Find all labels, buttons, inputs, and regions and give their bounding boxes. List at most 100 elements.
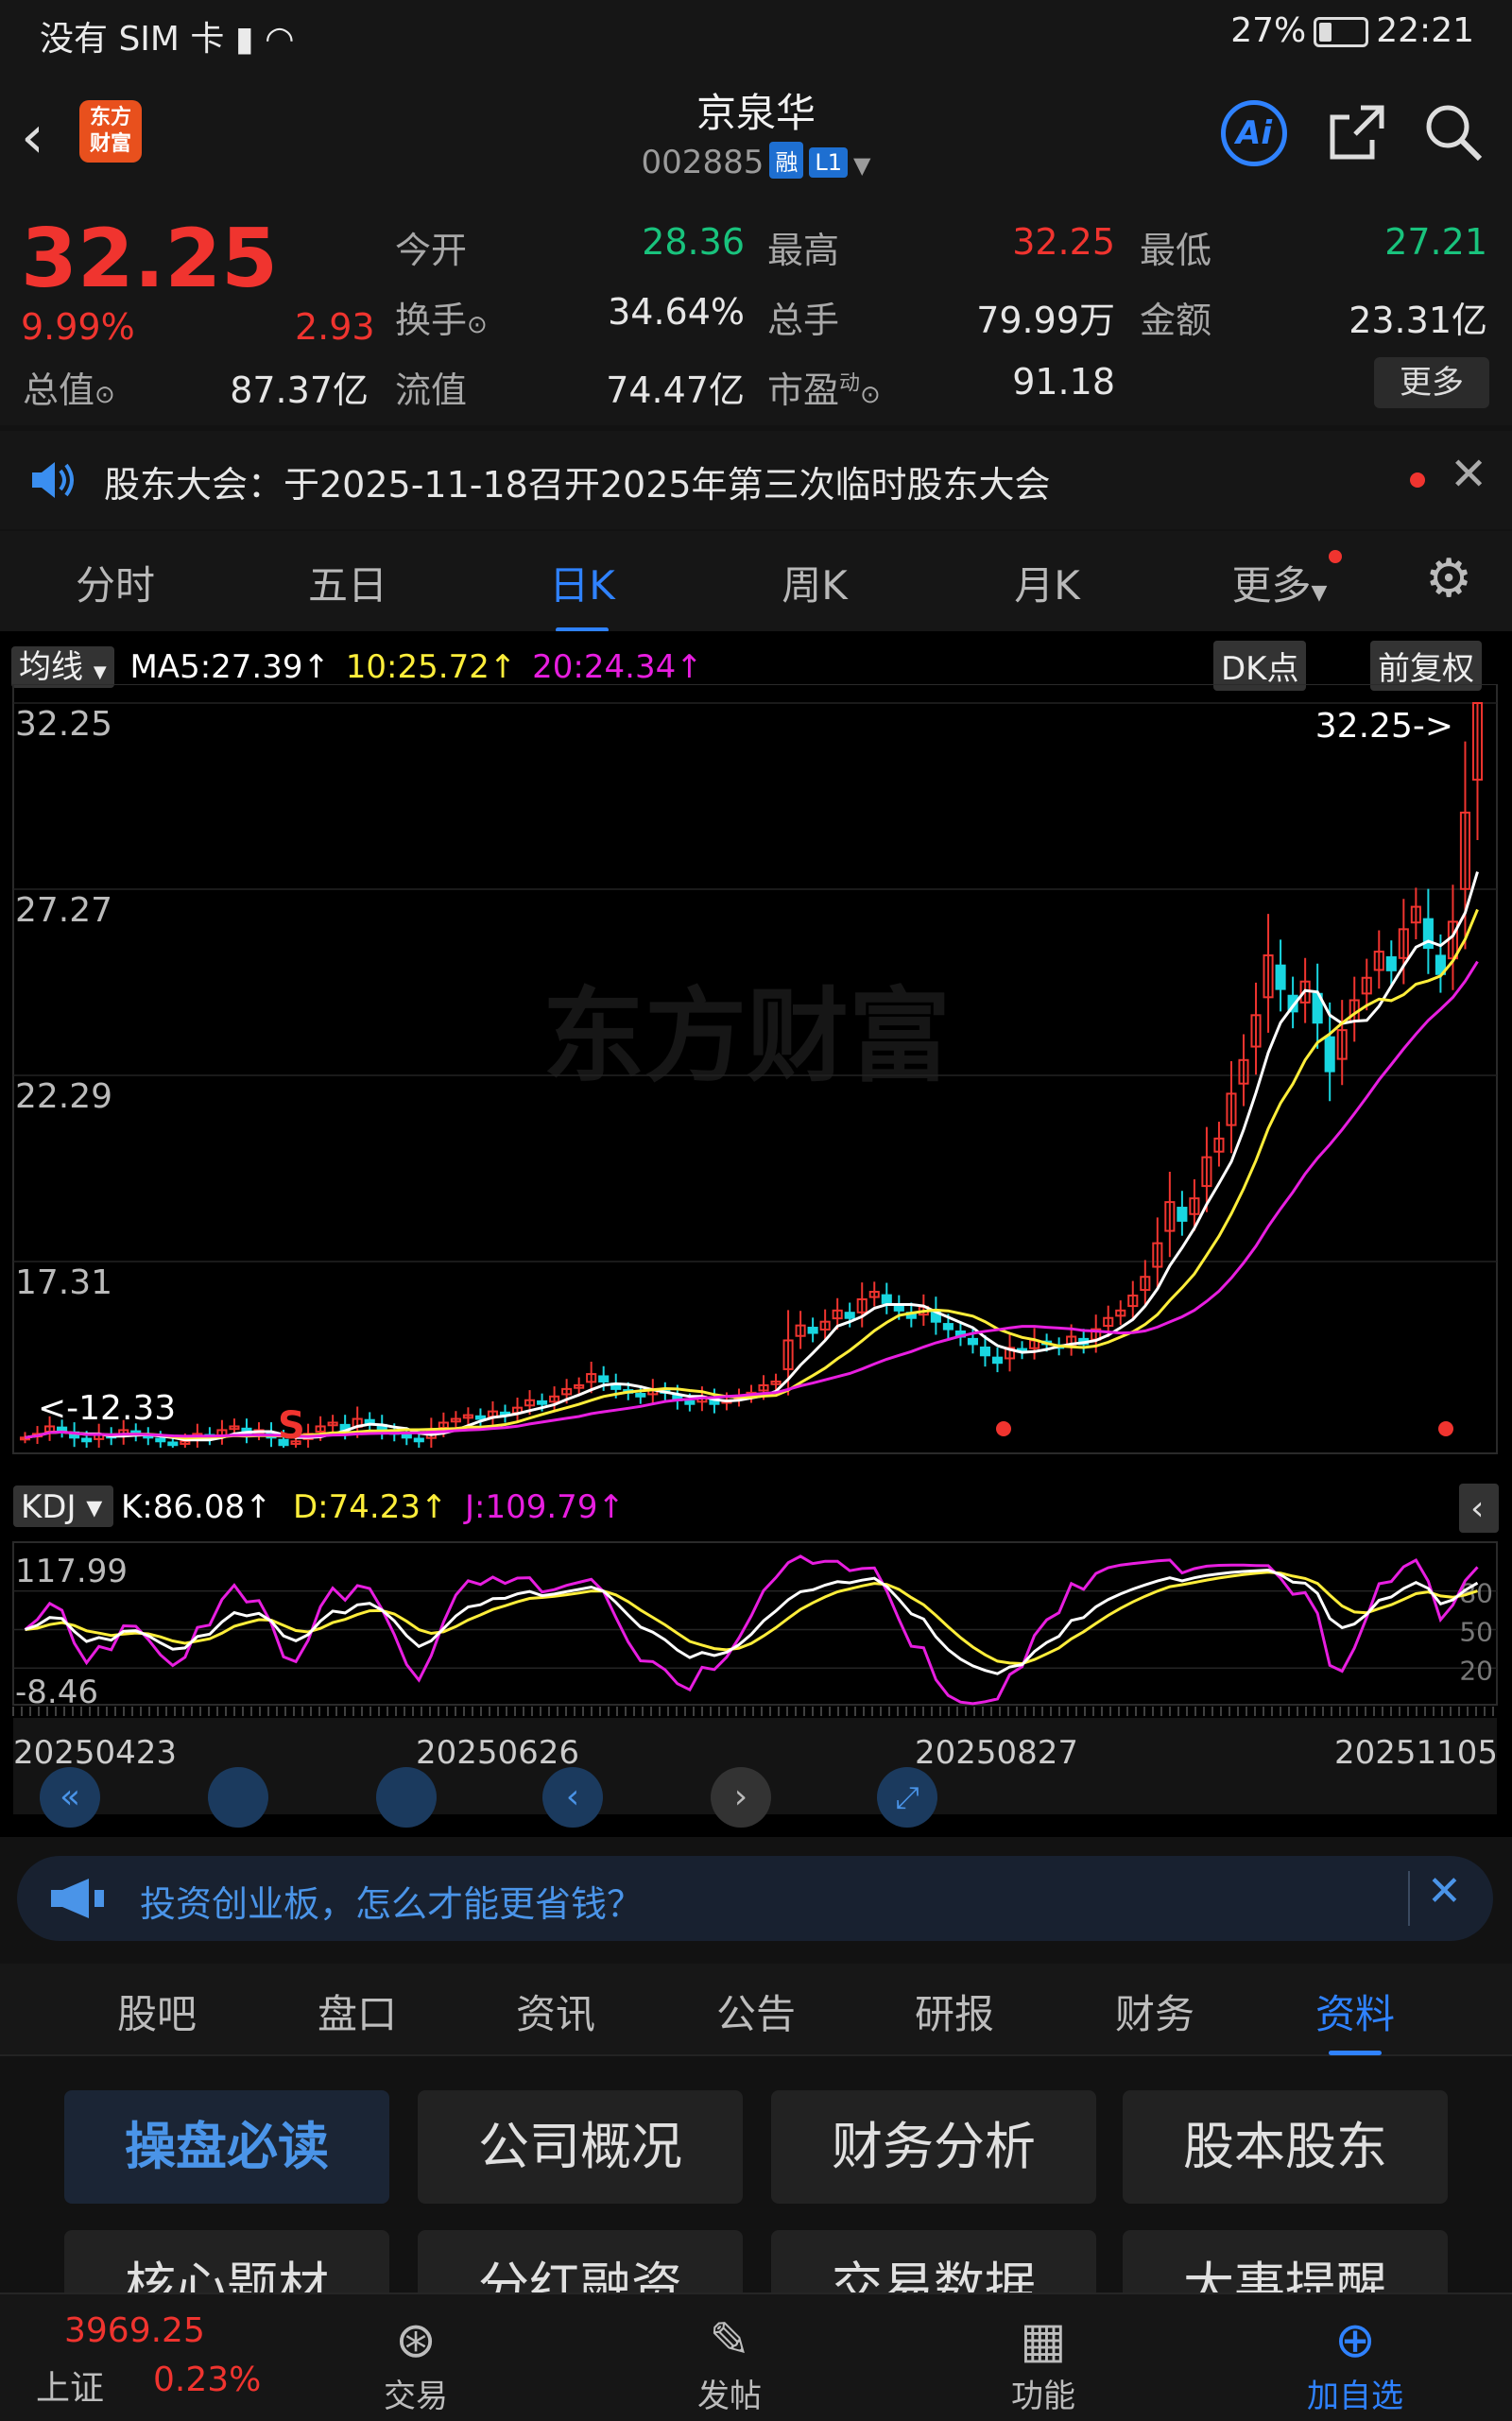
float-cap-label: 流值 xyxy=(395,369,468,411)
new-dot xyxy=(1329,550,1342,563)
tab-pankou[interactable]: 盘口 xyxy=(282,1983,433,2040)
date-tick-label: 20250423 xyxy=(13,1734,177,1772)
search-icon[interactable] xyxy=(1423,102,1484,163)
last-price-label: 32.25-> xyxy=(1315,707,1453,746)
major-events-button[interactable]: 大事提醒 xyxy=(1123,2230,1448,2292)
ma-selector[interactable]: 均线 ▼ xyxy=(11,646,114,688)
candle-body xyxy=(167,1441,179,1447)
low-label: 最低 xyxy=(1140,230,1212,271)
open-label: 今开 xyxy=(395,230,468,271)
share-icon[interactable] xyxy=(1327,102,1387,163)
pe-value: 91.18 xyxy=(1012,361,1115,403)
candle-body xyxy=(474,1415,487,1420)
candle-body xyxy=(81,1437,93,1443)
tab-monthly-k[interactable]: 月K xyxy=(953,554,1142,611)
trading-must-read-button[interactable]: 操盘必读 xyxy=(64,2090,389,2204)
company-overview-button[interactable]: 公司概况 xyxy=(418,2090,743,2204)
index-name: 上证 xyxy=(36,2369,105,2408)
apps-icon: ▦ xyxy=(1020,2312,1067,2369)
price-tick-label: 22.29 xyxy=(15,1077,112,1116)
ai-assistant-button[interactable]: Ai xyxy=(1221,100,1287,166)
promo-banner[interactable]: 投资创业板，怎么才能更省钱？ ✕ xyxy=(17,1856,1493,1941)
status-bar: 没有 SIM 卡 ▮ ◠ 27% 22:21 xyxy=(0,0,1512,68)
info-icon: ⊙ xyxy=(94,381,115,409)
date-tick-label: 20251105 xyxy=(1334,1734,1498,1772)
tab-news[interactable]: 资讯 xyxy=(480,1983,631,2040)
dividend-financing-button[interactable]: 分红融资 xyxy=(418,2230,743,2292)
candle-body xyxy=(967,1337,979,1346)
open-value: 28.36 xyxy=(642,221,745,263)
k-value: K:86.08↑ xyxy=(121,1488,272,1526)
k-line xyxy=(24,1568,1479,1675)
pe-label[interactable]: 市盈动⊙ xyxy=(767,361,881,413)
add-circle-icon: ⊕ xyxy=(1334,2312,1376,2369)
scroll-left-icon[interactable]: ‹ xyxy=(542,1767,603,1828)
amount-label: 金额 xyxy=(1140,300,1212,341)
candle-body xyxy=(635,1393,646,1398)
close-icon[interactable]: ✕ xyxy=(1450,448,1487,501)
candle-body xyxy=(364,1418,375,1424)
stock-code: 002885 xyxy=(641,144,765,181)
profile-shortcuts: 操盘必读 公司概况 财务分析 股本股东 核心题材 分红融资 交易数据 大事提醒 xyxy=(0,2056,1512,2292)
nav-trade[interactable]: ⊛ 交易 xyxy=(321,2311,510,2416)
candle-body xyxy=(844,1312,855,1319)
high-label: 最高 xyxy=(767,230,840,271)
zoom-in-icon[interactable] xyxy=(376,1767,437,1828)
core-themes-button[interactable]: 核心题材 xyxy=(64,2230,389,2292)
kdj-panel-border xyxy=(12,1541,1498,1706)
ma10-value: 10:25.72↑ xyxy=(345,648,517,686)
gear-icon[interactable]: ⚙ xyxy=(1425,548,1472,610)
zoom-out-icon[interactable] xyxy=(208,1767,268,1828)
close-icon[interactable]: ✕ xyxy=(1427,1867,1462,1915)
kline-svg: 东方财富 32.25 27.27 22.29 17.31 32.25-> <-12.33… xyxy=(12,684,1499,1814)
tab-research[interactable]: 研报 xyxy=(879,1983,1030,2040)
chevron-left-icon: ‹ xyxy=(1470,1489,1484,1528)
promo-text: 投资创业板，怎么才能更省钱？ xyxy=(140,1883,644,1925)
low-value: 27.21 xyxy=(1384,221,1487,263)
info-icon: ⊙ xyxy=(467,311,488,339)
tab-weekly-k[interactable]: 周K xyxy=(720,554,909,611)
notice-text: 股东大会：于2025-11-18召开2025年第三次临时股东大会 xyxy=(104,464,1051,506)
kdj-right-tick: 50 xyxy=(1459,1616,1493,1647)
more-quote-button[interactable]: 更多 xyxy=(1374,357,1489,408)
candle-body xyxy=(401,1434,412,1439)
fullscreen-icon[interactable]: ⤢ xyxy=(877,1767,937,1828)
total-cap-label[interactable]: 总值⊙ xyxy=(23,361,115,413)
shareholders-button[interactable]: 股本股东 xyxy=(1123,2090,1448,2204)
kdj-tick-label: 117.99 xyxy=(15,1553,128,1590)
tab-finance[interactable]: 财务 xyxy=(1079,1983,1230,2040)
tab-profile[interactable]: 资料 xyxy=(1280,1983,1431,2055)
nav-add-watchlist[interactable]: ⊕ 加自选 xyxy=(1261,2311,1450,2416)
float-cap-value: 74.47亿 xyxy=(606,369,745,411)
candle-body xyxy=(1177,1207,1188,1222)
financial-analysis-button[interactable]: 财务分析 xyxy=(771,2090,1096,2204)
tab-announcements[interactable]: 公告 xyxy=(680,1983,832,2040)
nav-functions[interactable]: ▦ 功能 xyxy=(949,2311,1138,2416)
stock-code-row[interactable]: 002885 融 L1 ▼ xyxy=(0,142,1512,181)
tab-minute[interactable]: 分时 xyxy=(21,554,210,611)
tab-daily-k[interactable]: 日K xyxy=(488,554,677,632)
total-cap-value: 87.37亿 xyxy=(230,369,369,411)
tab-five-day[interactable]: 五日 xyxy=(253,554,442,611)
tab-guba[interactable]: 股吧 xyxy=(81,1983,232,2040)
candle-body xyxy=(942,1323,954,1331)
notice-bar[interactable]: 股东大会：于2025-11-18召开2025年第三次临时股东大会 ✕ xyxy=(0,431,1512,529)
date-tick-label: 20250626 xyxy=(416,1734,579,1772)
ma-legend: 均线 ▼ MA5:27.39↑ 10:25.72↑ 20:24.34↑ xyxy=(11,641,703,688)
dropdown-icon: ▼ xyxy=(852,152,871,179)
tab-more[interactable]: 更多▼ xyxy=(1185,554,1374,611)
section-tabs: 股吧 盘口 资讯 公告 研报 财务 资料 xyxy=(0,1964,1512,2056)
volume-label: 总手 xyxy=(767,300,840,341)
volume-value: 79.99万 xyxy=(976,300,1115,341)
scroll-first-icon[interactable]: « xyxy=(40,1767,100,1828)
candle-body xyxy=(1275,964,1286,990)
edit-icon: ✎ xyxy=(709,2312,750,2369)
turnover-label[interactable]: 换手⊙ xyxy=(395,291,488,343)
kdj-selector: KDJ ▾ xyxy=(21,1488,102,1526)
yen-icon: ⊛ xyxy=(395,2312,437,2369)
nav-post[interactable]: ✎ 发帖 xyxy=(635,2311,824,2416)
scroll-right-icon[interactable]: › xyxy=(711,1767,771,1828)
candle-body xyxy=(57,1426,68,1432)
trading-data-button[interactable]: 交易数据 xyxy=(771,2230,1096,2292)
kline-chart-area[interactable]: 均线 ▼ MA5:27.39↑ 10:25.72↑ 20:24.34↑ DK点 … xyxy=(0,631,1512,1837)
